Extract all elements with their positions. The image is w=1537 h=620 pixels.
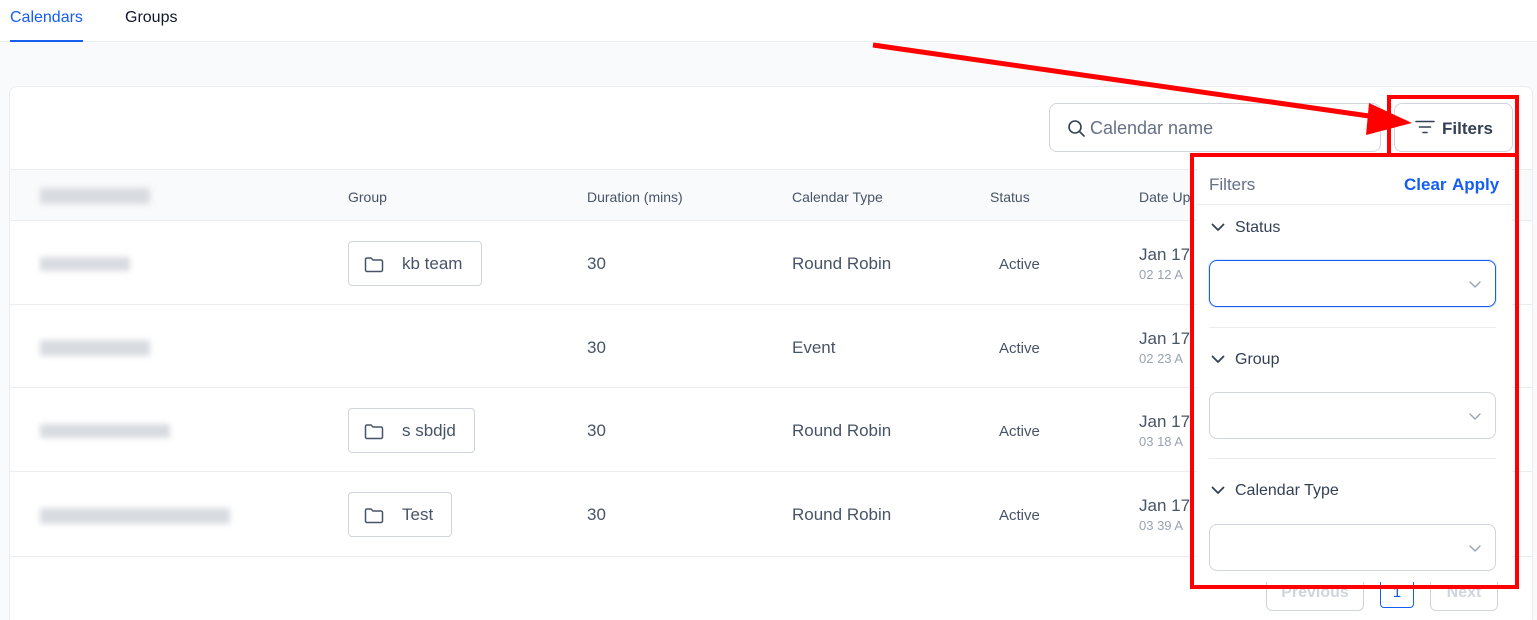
annotation-arrow — [872, 42, 1412, 135]
calendars-page: Calendars Groups Filters Group Duration … — [0, 0, 1537, 620]
